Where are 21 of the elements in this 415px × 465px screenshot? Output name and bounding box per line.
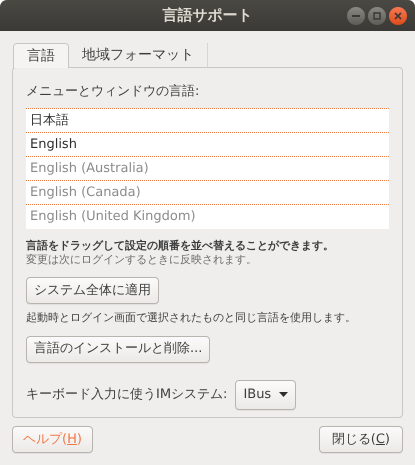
maximize-button[interactable]: [368, 7, 386, 25]
im-system-dropdown[interactable]: IBus: [235, 380, 296, 410]
apply-note: 起動時とログイン画面で選択されたものと同じ言語を使用します。: [26, 310, 357, 326]
tab[interactable]: 言語: [13, 43, 69, 68]
restart-note: 変更は次にログインするときに反映されます。: [26, 252, 258, 266]
apply-system-wide-button[interactable]: システム全体に適用: [26, 276, 159, 304]
tab[interactable]: 地域フォーマット: [69, 43, 208, 67]
close-icon: [394, 12, 402, 20]
minimize-button[interactable]: [347, 7, 365, 25]
maximize-icon: [373, 12, 381, 20]
close-window-button[interactable]: [389, 7, 407, 25]
language-item[interactable]: English: [26, 132, 389, 156]
install-languages-button[interactable]: 言語のインストールと削除...: [26, 336, 210, 362]
window-title: 言語サポート: [162, 5, 252, 26]
section-heading: メニューとウィンドウの言語:: [26, 83, 200, 101]
im-system-label: キーボード入力に使うIMシステム:: [26, 386, 228, 404]
drag-hint: 言語をドラッグして設定の順番を並べ替えることができます。: [26, 238, 335, 252]
caret-icon: [279, 392, 288, 397]
language-item[interactable]: 日本語: [26, 108, 389, 132]
minimize-icon: [352, 15, 360, 17]
close-button[interactable]: 閉じる(C): [318, 426, 403, 453]
